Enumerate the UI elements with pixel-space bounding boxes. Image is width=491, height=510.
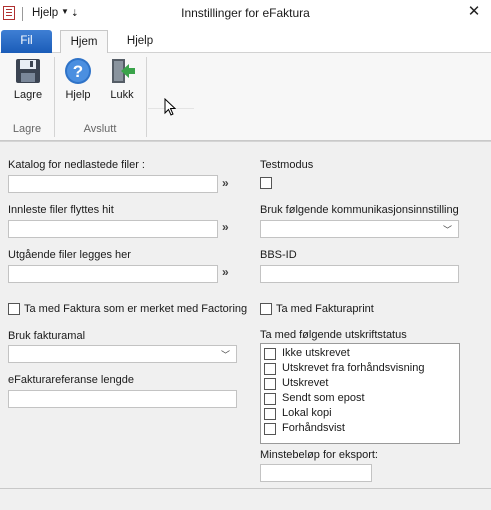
catalog-label: Katalog for nedlastede filer : [8, 159, 145, 171]
template-label: Bruk fakturamal [8, 330, 86, 342]
tab-fil[interactable]: Fil [1, 30, 52, 53]
svg-text:?: ? [73, 62, 83, 81]
ribbon: Lagre ? Hjelp Lukk Lagre Avslutt [0, 53, 491, 141]
tab-hjem[interactable]: Hjem [60, 30, 108, 54]
save-button[interactable]: Lagre [10, 57, 46, 101]
list-item[interactable]: Ikke utskrevet [264, 347, 454, 362]
list-item[interactable]: Sendt som epost [264, 392, 454, 407]
min-amount-label: Minstebeløp for eksport: [260, 449, 378, 461]
catalog-input[interactable] [8, 175, 218, 193]
imported-files-browse-button[interactable]: » [222, 220, 229, 234]
window-title: Innstillinger for eFaktura [181, 6, 310, 20]
status-label: Lokal kopi [282, 407, 332, 419]
ribbon-bottom-border [0, 141, 491, 142]
bbs-id-label: BBS-ID [260, 249, 297, 261]
status-checkbox[interactable] [264, 363, 276, 375]
status-checkbox[interactable] [264, 408, 276, 420]
exit-button[interactable]: Lukk [104, 57, 140, 101]
template-dropdown[interactable]: ﹀ [8, 345, 237, 363]
catalog-browse-button[interactable]: » [222, 176, 229, 190]
status-label: Utskrevet fra forhåndsvisning [282, 362, 425, 374]
status-checkbox[interactable] [264, 378, 276, 390]
status-label: Forhåndsvist [282, 422, 345, 434]
exit-button-label: Lukk [110, 89, 134, 101]
status-bar [0, 488, 491, 510]
print-status-label: Ta med følgende utskriftstatus [260, 329, 407, 341]
list-item[interactable]: Utskrevet [264, 377, 454, 392]
comm-setting-label: Bruk følgende kommunikasjonsinnstilling [260, 204, 459, 216]
status-label: Sendt som epost [282, 392, 365, 404]
outgoing-files-input[interactable] [8, 265, 218, 283]
save-icon [16, 59, 40, 83]
invoice-print-checkbox[interactable] [260, 303, 272, 315]
list-item[interactable]: Utskrevet fra forhåndsvisning [264, 362, 454, 377]
outgoing-files-browse-button[interactable]: » [222, 265, 229, 279]
status-checkbox[interactable] [264, 348, 276, 360]
help-button-label: Hjelp [65, 89, 91, 101]
exit-icon [112, 59, 135, 83]
invoice-print-label: Ta med Fakturaprint [276, 303, 374, 315]
group-separator [146, 57, 147, 137]
bbs-id-input[interactable] [260, 265, 459, 283]
status-checkbox[interactable] [264, 393, 276, 405]
group-label-avslutt: Avslutt [83, 123, 117, 135]
testmode-checkbox[interactable] [260, 177, 272, 189]
close-button[interactable]: ✕ [457, 0, 491, 26]
outgoing-files-label: Utgående filer legges her [8, 249, 131, 261]
chevron-down-icon: ﹀ [220, 350, 230, 360]
title-bar: Hjelp ▼ ⇣ Innstillinger for eFaktura ✕ [0, 0, 491, 28]
chevron-down-icon: ﹀ [442, 225, 452, 235]
list-item[interactable]: Forhåndsvist [264, 422, 454, 437]
imported-files-label: Innleste filer flyttes hit [8, 204, 114, 216]
ref-length-label: eFakturareferanse lengde [8, 374, 134, 386]
ref-length-input[interactable] [8, 390, 237, 408]
help-icon: ? [65, 58, 91, 84]
comm-setting-dropdown[interactable]: ﹀ [260, 220, 459, 238]
mouse-cursor-icon [164, 98, 176, 116]
status-checkbox[interactable] [264, 423, 276, 435]
min-amount-input[interactable] [260, 464, 372, 482]
status-label: Utskrevet [282, 377, 329, 389]
testmode-label: Testmodus [260, 159, 314, 171]
list-item[interactable]: Lokal kopi [264, 407, 454, 422]
factoring-label: Ta med Faktura som er merket med Factori… [24, 303, 248, 315]
status-label: Ikke utskrevet [282, 347, 350, 359]
ribbon-tabs: Fil Hjem Hjelp [0, 28, 491, 54]
help-button[interactable]: ? Hjelp [60, 57, 96, 101]
print-status-list: Ikke utskrevet Utskrevet fra forhåndsvis… [260, 343, 460, 444]
factoring-checkbox[interactable] [8, 303, 20, 315]
tab-hjelp[interactable]: Hjelp [117, 30, 163, 53]
group-label-lagre: Lagre [12, 123, 42, 135]
save-button-label: Lagre [13, 89, 43, 101]
imported-files-input[interactable] [8, 220, 218, 238]
